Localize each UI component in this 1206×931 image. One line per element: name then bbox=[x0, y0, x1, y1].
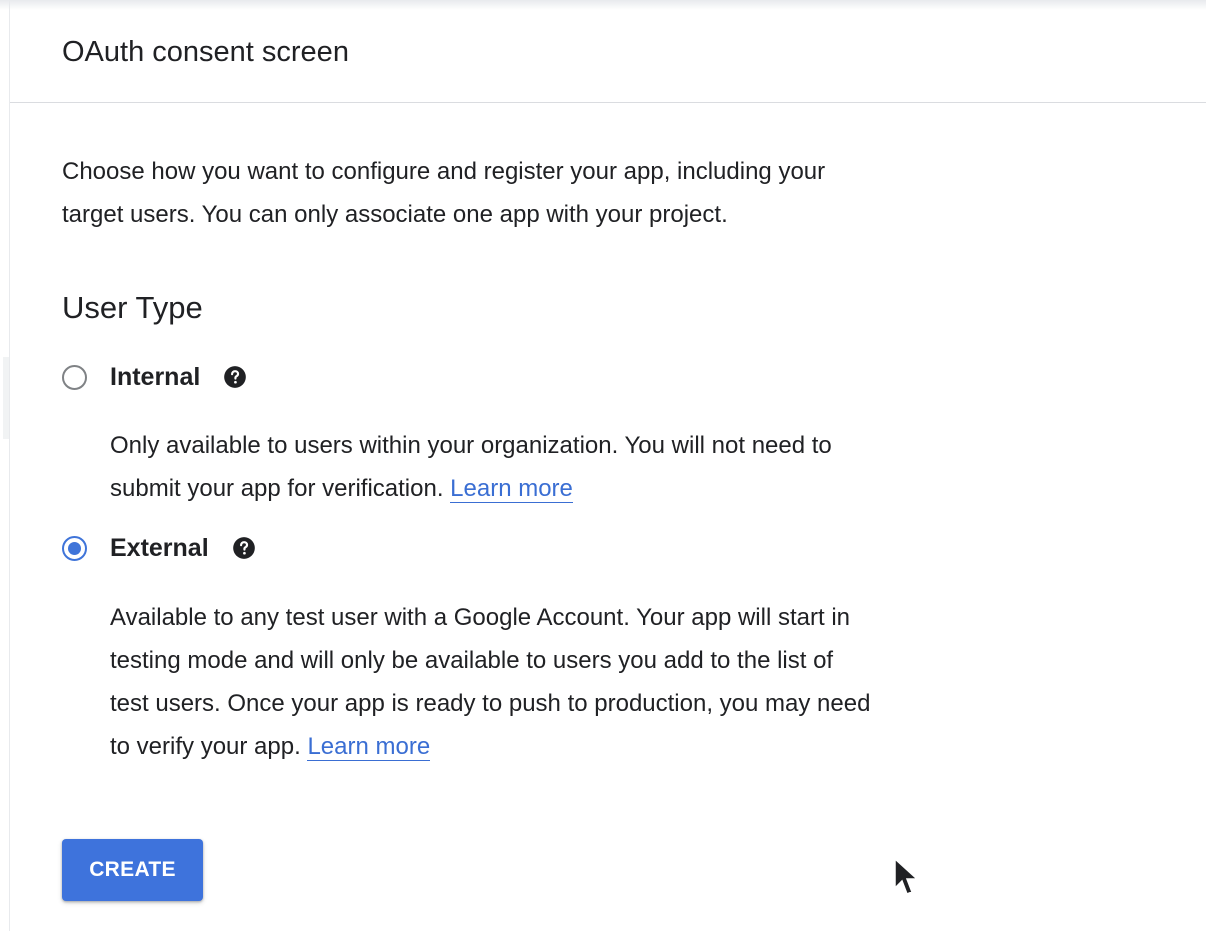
top-shadow bbox=[0, 0, 1206, 10]
sidebar-edge-highlight bbox=[3, 357, 9, 439]
external-description-line-2: testing mode and will only be available … bbox=[110, 647, 834, 674]
internal-description: Only available to users within your orga… bbox=[110, 424, 1070, 510]
user-type-heading: User Type bbox=[62, 290, 203, 325]
external-radio[interactable] bbox=[62, 535, 87, 561]
left-divider bbox=[9, 0, 10, 931]
help-icon[interactable] bbox=[222, 364, 248, 390]
internal-description-line-1: Only available to users within your orga… bbox=[110, 432, 832, 459]
oauth-consent-page: OAuth consent screen Choose how you want… bbox=[0, 0, 1206, 931]
internal-description-text: submit your app for verification. bbox=[110, 475, 444, 502]
intro-text: Choose how you want to configure and reg… bbox=[62, 150, 1062, 236]
external-description-line-3: test users. Once your app is ready to pu… bbox=[110, 690, 871, 717]
internal-radio[interactable] bbox=[62, 364, 87, 390]
internal-description-line-2: submit your app for verification. Learn … bbox=[110, 467, 1070, 510]
external-description-text: to verify your app. bbox=[110, 733, 301, 760]
user-type-option-external[interactable]: External bbox=[62, 531, 257, 565]
help-icon[interactable] bbox=[231, 535, 257, 561]
intro-line-1: Choose how you want to configure and reg… bbox=[62, 158, 826, 185]
external-label[interactable]: External bbox=[110, 534, 209, 563]
external-learn-more-link[interactable]: Learn more bbox=[307, 733, 431, 761]
radio-selected-dot bbox=[68, 541, 81, 555]
external-description: Available to any test user with a Google… bbox=[110, 596, 1070, 768]
intro-line-2: target users. You can only associate one… bbox=[62, 201, 728, 228]
user-type-option-internal[interactable]: Internal bbox=[62, 360, 248, 394]
page-header: OAuth consent screen bbox=[10, 14, 1206, 103]
internal-learn-more-link[interactable]: Learn more bbox=[450, 475, 573, 503]
internal-label[interactable]: Internal bbox=[110, 363, 200, 392]
create-button[interactable]: CREATE bbox=[62, 839, 203, 901]
external-description-line-1: Available to any test user with a Google… bbox=[110, 604, 850, 631]
page-title: OAuth consent screen bbox=[62, 36, 349, 68]
mouse-cursor-icon bbox=[894, 858, 919, 895]
external-description-line-4: to verify your app. Learn more bbox=[110, 725, 1070, 768]
